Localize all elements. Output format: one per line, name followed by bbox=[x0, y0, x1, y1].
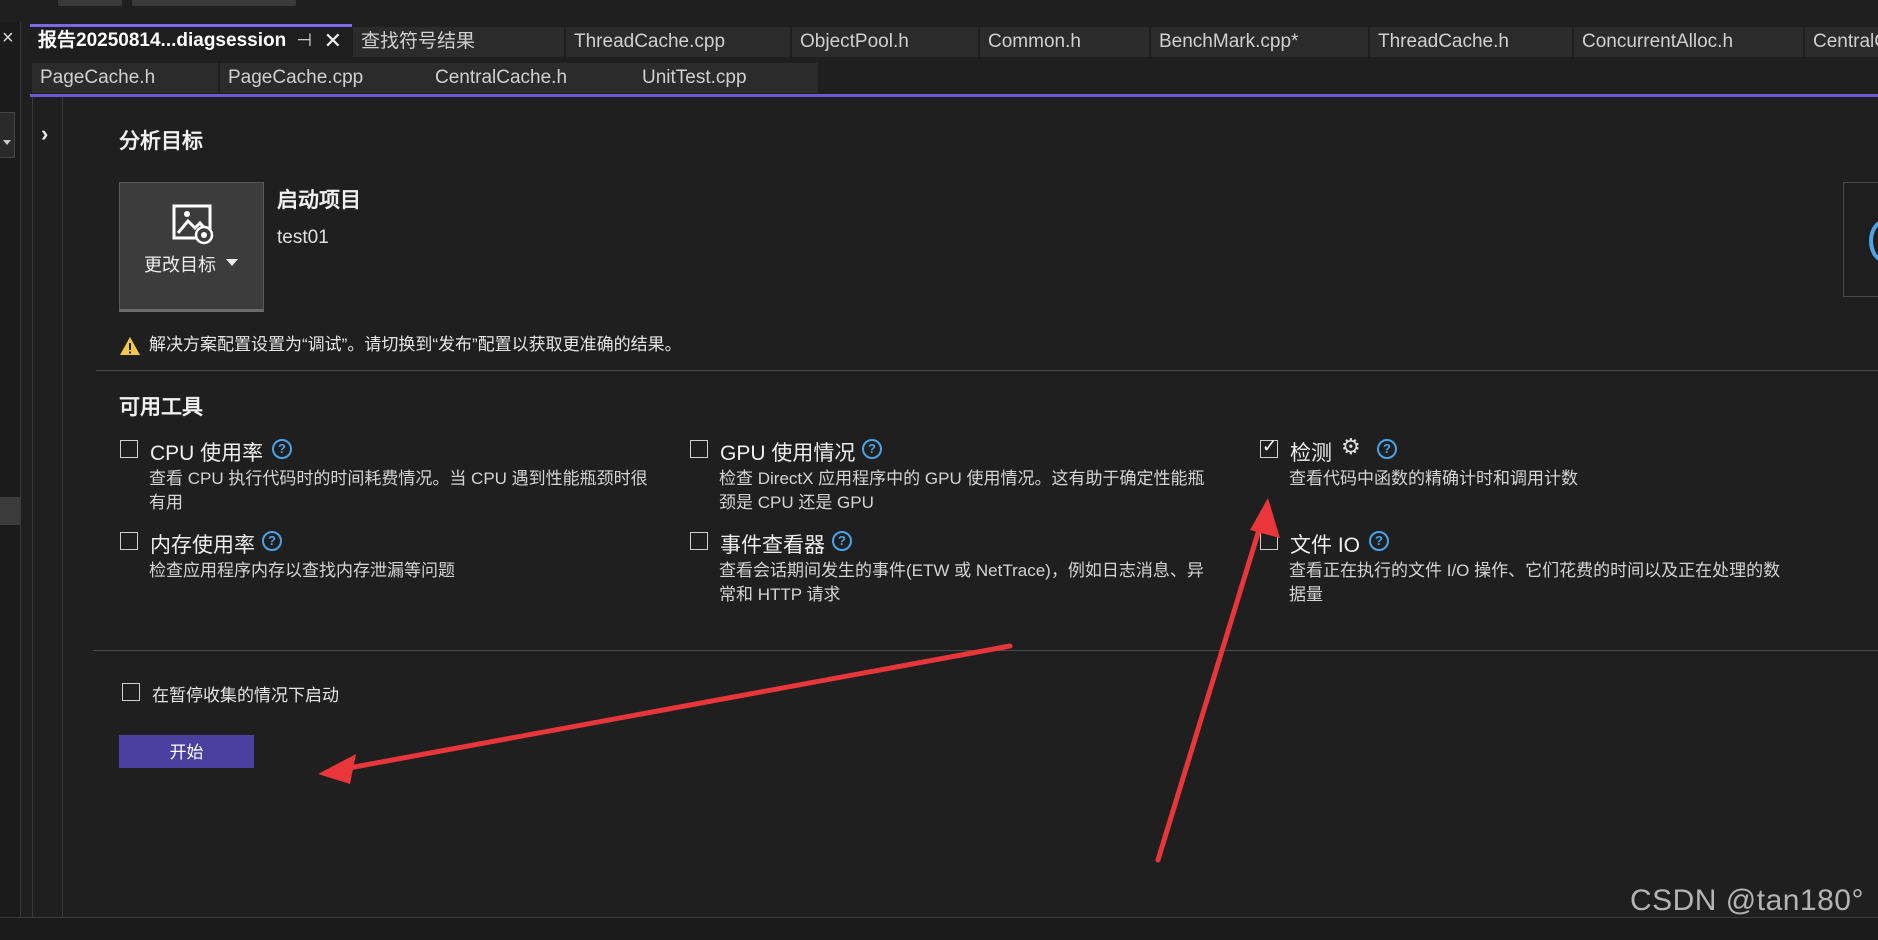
event-viewer-checkbox[interactable] bbox=[690, 532, 708, 550]
watermark: CSDN @tan180° bbox=[1629, 884, 1864, 917]
tab-benchmark-cpp[interactable]: BenchMark.cpp* bbox=[1151, 27, 1368, 57]
close-icon[interactable]: × bbox=[2, 28, 14, 48]
tab-label: ConcurrentAlloc.h bbox=[1582, 31, 1734, 52]
tab-label: 查找符号结果 bbox=[361, 31, 476, 52]
tab-label: Common.h bbox=[988, 31, 1081, 52]
tab-label: BenchMark.cpp* bbox=[1159, 31, 1299, 52]
section-divider bbox=[96, 370, 1878, 371]
analysis-target-title: 分析目标 bbox=[119, 130, 203, 153]
tab-pagecache-cpp[interactable]: PageCache.cpp bbox=[220, 63, 455, 93]
start-paused-label: 在暂停收集的情况下启动 bbox=[152, 686, 339, 705]
change-target-label: 更改目标 bbox=[144, 255, 216, 275]
tool-description: 查看正在执行的文件 I/O 操作、它们花费的时间以及正在处理的数 bbox=[1289, 561, 1781, 580]
warning-icon bbox=[120, 336, 140, 355]
tool-name: 内存使用率 bbox=[150, 534, 255, 557]
cpu-usage-checkbox[interactable] bbox=[120, 440, 138, 458]
tab-common-h[interactable]: Common.h bbox=[980, 27, 1149, 57]
tab-label: UnitTest.cpp bbox=[642, 67, 747, 88]
tab-find-symbol[interactable]: 查找符号结果 bbox=[353, 27, 564, 57]
tab-label: CentralCac bbox=[1813, 31, 1878, 52]
section-divider bbox=[93, 650, 1878, 651]
toolbar-fragment bbox=[58, 0, 122, 6]
warning-text: 解决方案配置设置为“调试”。请切换到“发布”配置以获取更准确的结果。 bbox=[149, 335, 682, 354]
project-name: test01 bbox=[277, 227, 329, 248]
help-icon[interactable]: ? bbox=[1377, 439, 1397, 459]
tool-description: 查看会话期间发生的事件(ETW 或 NetTrace)，例如日志消息、异 bbox=[719, 561, 1204, 580]
tool-description: 颈是 CPU 还是 GPU bbox=[719, 493, 874, 512]
gear-icon[interactable]: ⚙ bbox=[1341, 434, 1361, 460]
available-tools-title: 可用工具 bbox=[119, 396, 203, 419]
spinner-icon bbox=[1869, 219, 1878, 263]
help-icon[interactable]: ? bbox=[272, 439, 292, 459]
pin-icon[interactable]: ⊣ bbox=[296, 27, 312, 54]
chevron-right-icon[interactable]: › bbox=[41, 121, 48, 147]
collapse-strip[interactable]: › bbox=[32, 97, 63, 917]
tab-label: PageCache.cpp bbox=[228, 67, 364, 88]
tab-unittest-cpp[interactable]: UnitTest.cpp bbox=[634, 63, 818, 93]
side-card bbox=[1843, 182, 1878, 297]
chevron-down-icon bbox=[226, 259, 238, 266]
tool-description: 有用 bbox=[149, 493, 183, 512]
tool-description: 检查应用程序内存以查找内存泄漏等问题 bbox=[149, 561, 455, 580]
tool-description: 据量 bbox=[1289, 585, 1323, 604]
tab-objectpool-h[interactable]: ObjectPool.h bbox=[792, 27, 978, 57]
toolbar-fragment bbox=[132, 0, 296, 6]
memory-usage-checkbox[interactable] bbox=[120, 532, 138, 550]
tab-label: 报告20250814...diagsession bbox=[38, 30, 287, 51]
tab-centralcache-cpp[interactable]: CentralCac bbox=[1805, 27, 1878, 57]
close-icon[interactable]: ✕ bbox=[324, 27, 342, 54]
document-tabs: 报告20250814...diagsession ⊣ ✕ 查找符号结果 Thre… bbox=[30, 22, 1878, 96]
status-bar bbox=[0, 917, 1878, 940]
tool-description: 查看 CPU 执行代码时的时间耗费情况。当 CPU 遇到性能瓶颈时很 bbox=[149, 469, 648, 488]
file-io-checkbox[interactable] bbox=[1260, 532, 1278, 550]
diagnostics-panel bbox=[32, 97, 1878, 917]
change-target-button[interactable]: 更改目标 bbox=[119, 182, 264, 312]
left-side-panel: × bbox=[0, 22, 21, 939]
side-selection bbox=[0, 497, 20, 525]
tab-label: ThreadCache.cpp bbox=[574, 31, 726, 52]
tab-threadcache-cpp[interactable]: ThreadCache.cpp bbox=[566, 27, 790, 57]
start-paused-checkbox[interactable] bbox=[122, 683, 140, 701]
tab-label: CentralCache.h bbox=[435, 67, 568, 88]
help-icon[interactable]: ? bbox=[262, 531, 282, 551]
tool-description: 检查 DirectX 应用程序中的 GPU 使用情况。这有助于确定性能瓶 bbox=[719, 469, 1205, 488]
tab-label: ObjectPool.h bbox=[800, 31, 909, 52]
top-strip bbox=[0, 0, 1878, 22]
tab-pagecache-h[interactable]: PageCache.h bbox=[32, 63, 218, 93]
tool-name: GPU 使用情况 bbox=[720, 442, 856, 465]
start-button[interactable]: 开始 bbox=[119, 735, 254, 768]
help-icon[interactable]: ? bbox=[832, 531, 852, 551]
tab-concurrentalloc-h[interactable]: ConcurrentAlloc.h bbox=[1574, 27, 1803, 57]
config-warning: 解决方案配置设置为“调试”。请切换到“发布”配置以获取更准确的结果。 bbox=[119, 330, 682, 356]
tab-centralcache-h[interactable]: CentralCache.h bbox=[427, 63, 662, 93]
tool-name: 检测 bbox=[1290, 442, 1332, 465]
tab-label: PageCache.h bbox=[40, 67, 156, 88]
startup-project-heading: 启动项目 bbox=[277, 189, 361, 212]
tab-diagsession[interactable]: 报告20250814...diagsession ⊣ ✕ bbox=[30, 24, 352, 54]
tab-threadcache-h[interactable]: ThreadCache.h bbox=[1370, 27, 1572, 57]
gpu-usage-checkbox[interactable] bbox=[690, 440, 708, 458]
side-dropdown[interactable] bbox=[0, 112, 15, 158]
help-icon[interactable]: ? bbox=[1369, 531, 1389, 551]
tool-name: 文件 IO bbox=[1290, 534, 1361, 557]
tool-description: 常和 HTTP 请求 bbox=[719, 585, 841, 604]
instrumentation-checkbox[interactable] bbox=[1260, 436, 1278, 458]
tool-name: CPU 使用率 bbox=[150, 442, 264, 465]
tool-description: 查看代码中函数的精确计时和调用计数 bbox=[1289, 469, 1578, 488]
tab-label: ThreadCache.h bbox=[1378, 31, 1509, 52]
target-app-icon bbox=[172, 204, 214, 245]
help-icon[interactable]: ? bbox=[862, 439, 882, 459]
tool-name: 事件查看器 bbox=[720, 534, 825, 557]
